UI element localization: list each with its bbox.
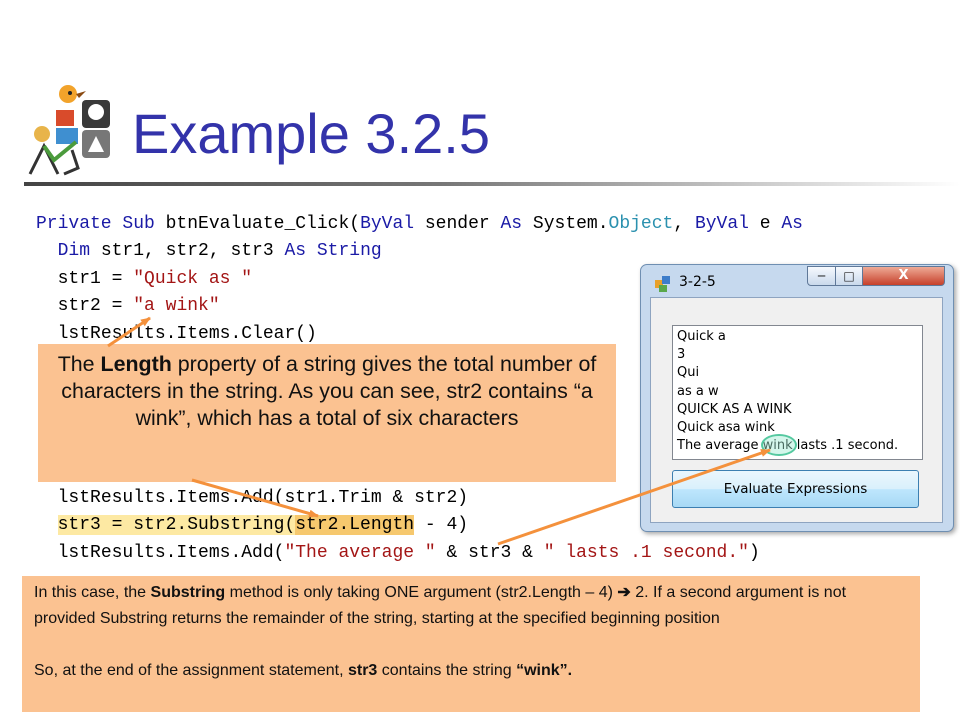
evaluate-expressions-button[interactable]: Evaluate Expressions (672, 470, 919, 508)
code-line-1: Private Sub btnEvaluate_Click(ByVal send… (36, 214, 803, 234)
list-item[interactable]: The average wink lasts .1 second. (677, 437, 922, 455)
code-line-8: lstResults.Items.Add("The average " & st… (57, 542, 760, 563)
substring-callout: In this case, the Substring method is on… (22, 576, 920, 712)
maximize-button[interactable]: □ (835, 266, 863, 286)
list-item[interactable]: 3 (677, 346, 922, 364)
slide-title: Example 3.2.5 (132, 102, 490, 165)
title-divider (24, 182, 960, 186)
str3-conclusion: So, at the end of the assignment stateme… (34, 662, 573, 679)
code-line-2: Dim str1, str2, str3 As String (57, 241, 382, 262)
people-shapes-logo-icon (28, 85, 110, 176)
wink-highlight-ring (761, 434, 797, 456)
list-item[interactable]: Quick a (677, 328, 922, 346)
window-title: 3-2-5 (679, 274, 716, 290)
list-item[interactable]: Quick asa wink (677, 419, 922, 437)
results-listbox[interactable]: Quick a 3 Qui as a w QUICK AS A WINK Qui… (672, 325, 923, 460)
form-app-icon (655, 276, 670, 292)
list-item[interactable]: Qui (677, 364, 922, 382)
minimize-button[interactable]: ─ (807, 266, 836, 286)
length-highlight: str2.Length (295, 515, 415, 536)
length-callout: The Length property of a string gives th… (38, 344, 616, 482)
close-button[interactable]: X (862, 266, 945, 286)
list-item[interactable]: QUICK AS A WINK (677, 401, 922, 419)
form-client-area: Quick a 3 Qui as a w QUICK AS A WINK Qui… (650, 297, 943, 523)
right-arrow-icon: ➔ (617, 584, 631, 601)
substring-explanation: In this case, the Substring method is on… (34, 584, 847, 627)
list-item[interactable]: as a w (677, 383, 922, 401)
app-window: 3-2-5 ─ □ X Quick a 3 Qui as a w QUICK A… (640, 264, 954, 532)
